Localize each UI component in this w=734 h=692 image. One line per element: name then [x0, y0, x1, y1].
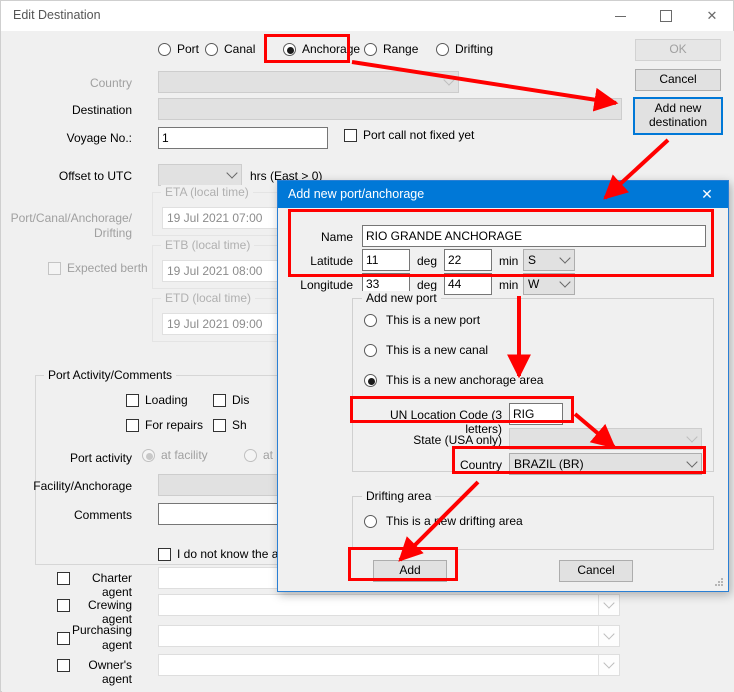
owners-agent-dropdown[interactable]	[158, 654, 620, 676]
add-new-port-anchorage-dialog: Add new port/anchorage ✕ Name RIO GRANDE…	[277, 180, 729, 592]
radio-port-icon	[158, 43, 171, 56]
modal-add-button[interactable]: Add	[373, 560, 447, 582]
destination-label: Destination	[71, 103, 132, 117]
modal-close-button[interactable]: ✕	[686, 181, 728, 208]
radio-new-anchorage-area-icon	[364, 374, 377, 387]
eta-group-title: ETA (local time)	[161, 185, 253, 199]
page-title: Edit Destination	[13, 8, 101, 22]
voyage-no-input[interactable]: 1	[158, 127, 328, 149]
destination-dropdown[interactable]	[158, 98, 622, 120]
voyage-no-label: Voyage No.:	[66, 131, 132, 145]
port-canal-anchorage-drifting-label: Port/Canal/Anchorage/ Drifting	[10, 211, 132, 240]
close-icon: ✕	[701, 186, 713, 202]
minimize-icon	[614, 15, 626, 17]
chevron-down-icon	[226, 167, 238, 179]
radio-at-anchorage-icon	[244, 449, 257, 462]
crewing-agent-dropdown[interactable]	[158, 594, 620, 616]
latitude-deg-unit: deg	[417, 254, 438, 268]
etd-group-title: ETD (local time)	[161, 291, 256, 305]
checkbox-icon	[126, 394, 139, 407]
port-activity-label: Port activity	[69, 451, 132, 465]
cancel-button[interactable]: Cancel	[635, 69, 721, 91]
radio-at-facility-icon	[142, 449, 155, 462]
latitude-hemisphere-dropdown[interactable]: S	[523, 249, 575, 271]
latitude-min-unit: min	[499, 254, 519, 268]
radio-new-drifting-area-icon	[364, 515, 377, 528]
name-input[interactable]: RIO GRANDE ANCHORAGE	[362, 225, 706, 247]
offset-utc-label: Offset to UTC	[58, 169, 132, 183]
longitude-min-input[interactable]: 44	[444, 273, 492, 295]
close-button[interactable]: ✕	[689, 1, 734, 31]
modal-title: Add new port/anchorage	[288, 187, 425, 201]
comments-label: Comments	[73, 508, 132, 522]
un-location-code-input[interactable]: RIG	[509, 403, 563, 425]
purchasing-agent-label: Purchasing agent	[71, 623, 132, 652]
owners-agent-label: Owner's agent	[88, 658, 132, 686]
chevron-down-icon	[559, 276, 571, 288]
crewing-agent-label: Crewing agent	[87, 598, 132, 626]
radio-new-canal-icon	[364, 344, 377, 357]
latitude-label: Latitude	[310, 254, 353, 268]
port-activity-group-title: Port Activity/Comments	[44, 368, 177, 382]
radio-canal-icon	[205, 43, 218, 56]
checkbox-icon	[126, 419, 139, 432]
checkbox-icon	[158, 548, 171, 561]
facility-anchorage-label: Facility/Anchorage	[33, 479, 132, 493]
chevron-down-icon	[686, 431, 698, 443]
maximize-button[interactable]	[643, 1, 689, 31]
add-new-port-group-title: Add new port	[362, 291, 441, 305]
latitude-deg-input[interactable]: 11	[362, 249, 410, 271]
modal-title-bar: Add new port/anchorage ✕	[278, 181, 728, 208]
dropdown-button[interactable]	[598, 626, 619, 646]
checkbox-icon	[344, 129, 357, 142]
offset-utc-dropdown[interactable]	[158, 164, 242, 186]
chevron-down-icon	[603, 628, 615, 640]
longitude-label: Longitude	[300, 278, 353, 292]
country-dropdown[interactable]	[158, 71, 459, 93]
radio-range-icon	[364, 43, 377, 56]
longitude-min-unit: min	[499, 278, 519, 292]
checkbox-icon	[213, 394, 226, 407]
modal-cancel-button[interactable]: Cancel	[559, 560, 633, 582]
radio-anchorage-icon	[283, 43, 296, 56]
ok-button[interactable]: OK	[635, 39, 721, 61]
latitude-min-input[interactable]: 22	[444, 249, 492, 271]
main-title-bar: Edit Destination ✕	[1, 1, 733, 31]
chevron-down-icon	[603, 657, 615, 669]
purchasing-agent-dropdown[interactable]	[158, 625, 620, 647]
resize-grip[interactable]	[714, 578, 724, 588]
dropdown-button[interactable]	[598, 655, 619, 675]
dropdown-button[interactable]	[598, 595, 619, 615]
maximize-icon	[660, 10, 672, 22]
state-dropdown[interactable]	[509, 428, 702, 450]
charter-agent-label: Charter agent	[91, 571, 132, 599]
radio-new-port-icon	[364, 314, 377, 327]
name-label: Name	[320, 230, 353, 244]
minimize-button[interactable]	[597, 1, 643, 31]
chevron-down-icon	[686, 456, 698, 468]
chevron-down-icon	[443, 74, 455, 86]
country-dropdown[interactable]: BRAZIL (BR)	[509, 453, 702, 475]
close-icon: ✕	[706, 8, 718, 23]
drifting-area-group-title: Drifting area	[362, 489, 436, 503]
un-location-code-label: UN Location Code (3 letters)	[389, 408, 502, 436]
etb-group-title: ETB (local time)	[161, 238, 255, 252]
country-label: Country	[89, 76, 132, 90]
add-new-destination-button[interactable]: Add new destination	[633, 97, 723, 135]
checkbox-icon	[48, 262, 61, 275]
chevron-down-icon	[603, 597, 615, 609]
longitude-hemisphere-dropdown[interactable]: W	[523, 273, 575, 295]
checkbox-icon	[213, 419, 226, 432]
country-label: Country	[459, 458, 502, 472]
radio-drifting-icon	[436, 43, 449, 56]
longitude-deg-unit: deg	[417, 278, 438, 292]
state-label: State (USA only)	[413, 433, 502, 447]
chevron-down-icon	[559, 252, 571, 264]
